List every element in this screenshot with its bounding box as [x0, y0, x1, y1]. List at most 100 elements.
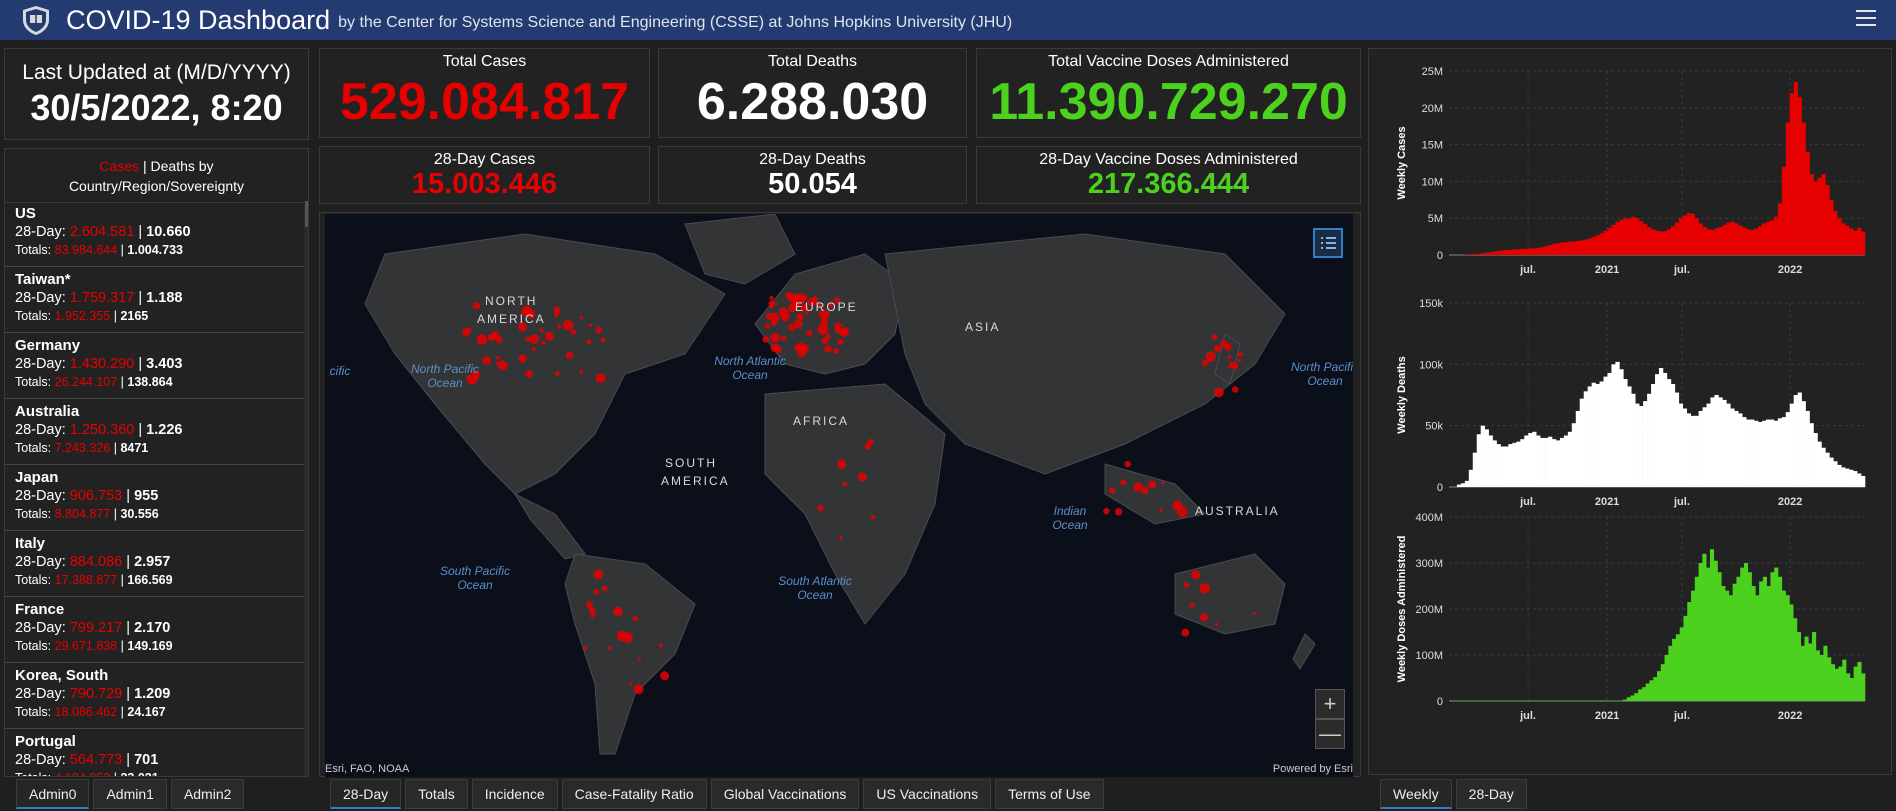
chart-bar[interactable] [1468, 254, 1474, 255]
chart-bar[interactable] [1743, 563, 1749, 701]
chart-bar[interactable] [1846, 673, 1851, 701]
case-dot[interactable] [1199, 583, 1211, 594]
chart-bar[interactable] [1643, 401, 1648, 487]
case-dot[interactable] [1159, 508, 1163, 512]
case-dot[interactable] [817, 504, 824, 511]
tab-us-vaccinations[interactable]: US Vaccinations [863, 779, 992, 809]
chart-bar[interactable] [1830, 664, 1836, 701]
chart-bar[interactable] [1638, 689, 1643, 702]
case-dot[interactable] [780, 335, 787, 342]
chart-bar[interactable] [1694, 218, 1699, 255]
chart-bar[interactable] [1717, 572, 1722, 701]
chart-bar[interactable] [1805, 151, 1810, 255]
chart-bar[interactable] [1726, 403, 1731, 487]
chart-bar[interactable] [1797, 96, 1802, 255]
chart-bar[interactable] [1626, 697, 1631, 701]
chart-bar[interactable] [1587, 238, 1592, 255]
chart-bar[interactable] [1559, 242, 1565, 255]
chart-bar[interactable] [1721, 586, 1726, 701]
chart-bar[interactable] [1785, 122, 1791, 256]
chart-bar[interactable] [1793, 618, 1798, 701]
chart-bar[interactable] [1472, 253, 1478, 255]
case-dot[interactable] [770, 332, 781, 343]
tab-terms-of-use[interactable]: Terms of Use [995, 779, 1104, 809]
chart-bar[interactable] [1559, 437, 1565, 487]
chart-bar[interactable] [1815, 650, 1820, 701]
case-dot[interactable] [762, 336, 769, 343]
chart-bar[interactable] [1728, 595, 1733, 701]
chart-bar[interactable] [1544, 246, 1549, 255]
chart-bar[interactable] [1827, 657, 1832, 701]
chart-bar[interactable] [1472, 452, 1478, 487]
case-dot[interactable] [1224, 343, 1232, 351]
chart-bar[interactable] [1679, 627, 1684, 701]
chart-bar[interactable] [1730, 221, 1735, 255]
case-dot[interactable] [1200, 613, 1209, 622]
tab-28-day[interactable]: 28-Day [330, 779, 402, 809]
chart-bar[interactable] [1769, 419, 1775, 487]
chart-bar[interactable] [1714, 395, 1719, 487]
country-item[interactable]: France 28-Day: 799.217 | 2.170 Totals: 29.… [5, 597, 304, 663]
chart-bar[interactable] [1508, 249, 1513, 255]
case-dot[interactable] [1148, 480, 1157, 489]
case-dot[interactable] [1189, 602, 1195, 608]
case-dot[interactable] [629, 682, 633, 686]
chart-bar[interactable] [1555, 440, 1561, 487]
chart-bar[interactable] [1722, 224, 1727, 255]
chart-bar[interactable] [1496, 250, 1501, 255]
chart-bar[interactable] [1765, 419, 1771, 487]
chart-bar[interactable] [1853, 666, 1858, 702]
chart-bar[interactable] [1809, 423, 1814, 487]
case-dot[interactable] [1211, 334, 1218, 340]
chart-bar[interactable] [1563, 242, 1569, 255]
case-dot[interactable] [788, 323, 796, 332]
world-map[interactable]: NORTH AMERICA EUROPE ASIA AFRICA SOUTH A… [325, 214, 1353, 777]
chart-bar[interactable] [1722, 399, 1727, 487]
case-dot[interactable] [660, 671, 670, 681]
case-dot[interactable] [531, 346, 536, 351]
case-dot[interactable] [794, 343, 803, 352]
chart-bar[interactable] [1754, 420, 1759, 487]
tab-28-day[interactable]: 28-Day [1455, 779, 1527, 809]
chart-bar[interactable] [1630, 695, 1635, 701]
chart-bar[interactable] [1761, 223, 1767, 255]
chart-bar[interactable] [1643, 224, 1648, 255]
chart-bar[interactable] [1524, 248, 1529, 255]
case-dot[interactable] [1103, 508, 1110, 515]
case-dot[interactable] [1227, 355, 1232, 359]
case-dot[interactable] [817, 323, 829, 335]
chart-bar[interactable] [1849, 228, 1854, 256]
map-canvas[interactable] [325, 214, 1353, 777]
chart-bar[interactable] [1746, 229, 1751, 255]
case-dot[interactable] [1124, 460, 1131, 468]
case-dot[interactable] [529, 334, 540, 344]
case-dot[interactable] [637, 657, 642, 661]
chart-bar[interactable] [1591, 236, 1596, 255]
case-dot[interactable] [553, 306, 561, 314]
chart-bar[interactable] [1713, 560, 1718, 701]
chart-bar[interactable] [1516, 441, 1521, 487]
chart-bar[interactable] [1496, 444, 1501, 487]
chart-bar[interactable] [1579, 240, 1584, 255]
case-dot[interactable] [839, 327, 845, 334]
chart-bar[interactable] [1651, 229, 1656, 255]
case-dot[interactable] [658, 643, 663, 648]
chart-bar[interactable] [1702, 553, 1707, 701]
map-powered-by[interactable]: Powered by Esri [1273, 763, 1353, 775]
chart-bar[interactable] [1801, 401, 1806, 487]
case-dot[interactable] [796, 312, 804, 321]
case-dot[interactable] [1214, 387, 1224, 398]
case-dot[interactable] [773, 345, 782, 354]
case-dot[interactable] [586, 601, 593, 609]
case-dot[interactable] [789, 294, 794, 298]
chart-bar[interactable] [1611, 364, 1616, 487]
chart-bar[interactable] [1634, 693, 1639, 701]
chart-bar[interactable] [1734, 223, 1739, 255]
chart-bar[interactable] [1754, 228, 1759, 256]
chart-bar[interactable] [1508, 444, 1513, 487]
chart-bar[interactable] [1801, 122, 1806, 256]
chart-bar[interactable] [1468, 469, 1474, 487]
case-dot[interactable] [842, 481, 847, 487]
chart-bar[interactable] [1540, 437, 1545, 487]
chart-bar[interactable] [1734, 410, 1739, 487]
